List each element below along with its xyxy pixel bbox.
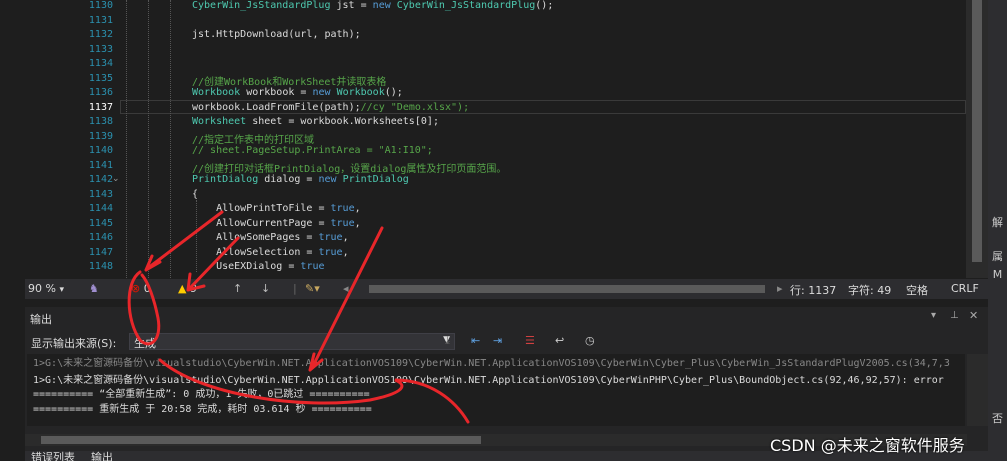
right-tab-bottom[interactable]: 否 [988, 410, 1007, 426]
output-source-label: 显示输出来源(S): [31, 337, 117, 350]
line-number: 1146 [88, 232, 113, 243]
solution-explorer-tab[interactable]: 解 [988, 214, 1007, 230]
clock-icon[interactable]: ◷ [585, 334, 595, 347]
warning-indicator[interactable]: ▲ 9 [178, 282, 197, 295]
pin-icon[interactable]: ⊥ [950, 310, 959, 321]
previous-issue-arrow-icon[interactable]: ↑ [233, 282, 242, 295]
error-indicator[interactable]: ⊗ 0 [131, 282, 151, 295]
scroll-left-icon[interactable]: ◂ [343, 282, 349, 295]
zoom-level[interactable]: 90 % ▾ [28, 282, 64, 295]
next-issue-arrow-icon[interactable]: ↓ [261, 282, 270, 295]
line-number: 1137 [88, 101, 113, 113]
output-toolbar: 显示输出来源(S): 生成 ▼ ⤓ ⇤ ⇥ ☰ ↩ ◷ [25, 331, 988, 353]
clear-all-icon[interactable]: ☰ [525, 334, 535, 347]
code-line: jst.HttpDownload(url, path); [192, 29, 361, 40]
line-number: 1136 [88, 87, 113, 98]
output-text-area[interactable]: 1>G:\未来之窗源码备份\visualstudio\CyberWin.NET.… [27, 354, 965, 426]
code-line: PrintDialog dialog = new PrintDialog [192, 174, 409, 185]
code-line: //创建WorkBook和WorkSheet并读取表格 [192, 76, 387, 88]
indent-guide [170, 0, 171, 278]
line-number: 1139 [88, 130, 113, 142]
line-number: 1145 [88, 217, 113, 229]
window-position-icon[interactable]: ▾ [931, 310, 936, 321]
scrollbar-thumb[interactable] [41, 436, 481, 444]
separator: | [293, 282, 297, 295]
line-number: 1147 [88, 246, 113, 258]
line-number-gutter: 1130 1131 1132 1133 1134 1135 1136 1137 1138 1139… [25, 0, 120, 278]
line-number: 1132 [88, 29, 113, 40]
line-position: 行: 1137 [790, 284, 837, 297]
output-line: 1>G:\未来之窗源码备份\visualstudio\CyberWin.NET.… [33, 358, 950, 369]
word-wrap-icon[interactable]: ↩ [555, 334, 564, 347]
line-number: 1133 [88, 43, 113, 55]
line-ending[interactable]: CRLF [951, 282, 979, 295]
code-line: CyberWin_JsStandardPlug jst = new CyberW… [192, 0, 554, 11]
code-line: //创建打印对话框PrintDialog，设置dialog属性及打印页面范围。 [192, 163, 507, 175]
scroll-right-icon[interactable]: ▸ [777, 282, 783, 295]
line-number: 1134 [88, 58, 113, 69]
code-line: AllowSomePages = true, [216, 232, 349, 243]
properties-tab[interactable]: 属 [988, 248, 1007, 264]
code-line: //指定工作表中的打印区域 [192, 134, 315, 146]
line-number: 1142 [88, 174, 113, 185]
line-number: 1141 [88, 159, 113, 171]
watermark: CSDN @未来之窗软件服务 [770, 436, 965, 455]
code-line: workbook.LoadFromFile(path);//cy "Demo.x… [192, 101, 470, 113]
output-source-value: 生成 [134, 337, 156, 350]
output-source-select[interactable]: 生成 ▼ [129, 333, 455, 350]
line-number: 1140 [88, 145, 113, 156]
line-number: 1148 [88, 261, 113, 272]
line-number: 1135 [88, 72, 113, 84]
close-icon[interactable]: ✕ [969, 309, 978, 322]
intellicode-icon[interactable]: ♞ [89, 282, 99, 295]
output-title-bar: 输出 ▾ ⊥ ✕ [25, 307, 988, 329]
left-strip [0, 307, 25, 461]
output-line: ========== “全部重新生成”: 0 成功，1 失败，0已跳过 ====… [33, 389, 370, 400]
collapse-chevron-icon[interactable]: ⌄ [112, 174, 120, 184]
tab-output[interactable]: 输出 [91, 451, 113, 461]
warning-icon: ▲ [178, 282, 187, 295]
code-line: Worksheet sheet = workbook.Worksheets[0]… [192, 116, 439, 127]
code-line: AllowPrintToFile = true, [216, 203, 361, 214]
right-tab-m[interactable]: M [988, 268, 1007, 281]
output-line: ========== 重新生成 于 20:58 完成，耗时 03.614 秒 =… [33, 404, 372, 415]
indent-guide [148, 0, 149, 278]
error-icon: ⊗ [131, 282, 141, 295]
code-line: AllowCurrentPage = true, [216, 217, 361, 229]
line-number: 1131 [88, 14, 113, 26]
scrollbar-thumb[interactable] [972, 0, 982, 262]
tab-error-list[interactable]: 错误列表 [31, 451, 75, 461]
warning-count: 9 [189, 282, 197, 295]
line-number: 1138 [88, 116, 113, 127]
next-message-icon[interactable]: ⇥ [493, 334, 502, 347]
go-to-message-icon[interactable]: ⤓ [445, 334, 450, 348]
code-line: AllowSelection = true, [216, 246, 349, 258]
output-panel: 输出 ▾ ⊥ ✕ 显示输出来源(S): 生成 ▼ ⤓ ⇤ ⇥ ☰ ↩ ◷ 1>G… [25, 307, 988, 451]
indent-mode[interactable]: 空格 [906, 282, 928, 298]
error-count: 0 [143, 282, 151, 295]
output-vertical-scrollbar[interactable] [967, 354, 988, 426]
output-line: 1>G:\未来之窗源码备份\visualstudio\CyberWin.NET.… [33, 375, 944, 386]
indent-guide [126, 0, 127, 278]
line-number: 1143 [88, 188, 113, 200]
line-number: 1144 [88, 203, 113, 214]
line-number: 1130 [88, 0, 113, 11]
code-line: { [192, 188, 199, 200]
code-line: UseEXDialog = true [216, 261, 325, 272]
code-line: Workbook workbook = new Workbook(); [192, 87, 403, 98]
column-position: 字符: 49 [848, 284, 892, 297]
code-line: // sheet.PageSetup.PrintArea = "A1:I10"; [192, 145, 433, 156]
horizontal-scrollbar-thumb[interactable] [369, 285, 765, 293]
output-title: 输出 [30, 313, 52, 326]
code-editor[interactable]: 1130 1131 1132 1133 1134 1135 1136 1137 1138 1139… [0, 0, 988, 278]
previous-message-icon[interactable]: ⇤ [471, 334, 480, 347]
right-side-panel: 解 属 M 否 [988, 0, 1007, 461]
editor-status-bar: 90 % ▾ ♞ ⊗ 0 ▲ 9 ↑ ↓ | ✎▾ ◂ ▸ 行: 1137 字符… [25, 279, 988, 299]
brush-icon[interactable]: ✎▾ [305, 282, 320, 295]
